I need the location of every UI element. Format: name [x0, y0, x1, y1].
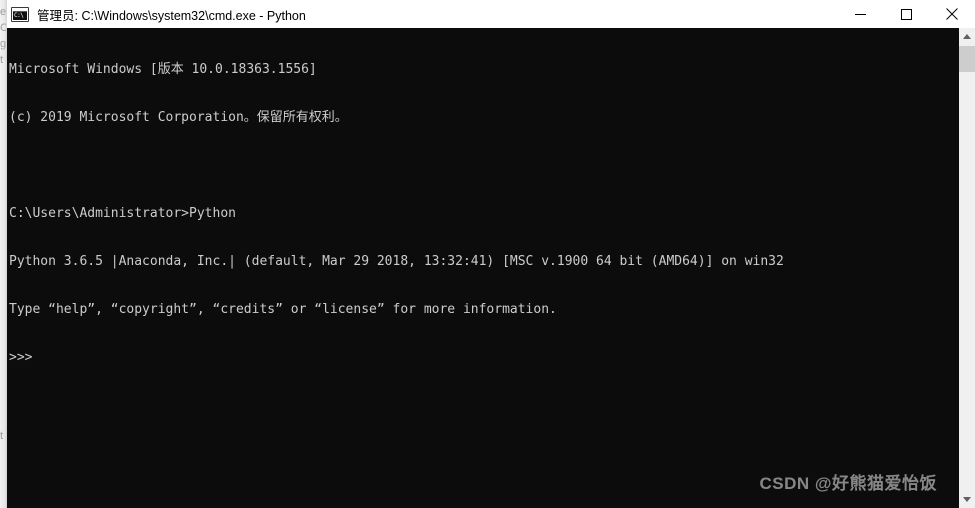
minimize-button[interactable] [837, 0, 883, 28]
scrollbar-track[interactable] [959, 45, 975, 491]
cmd-console-icon: C:\ [11, 6, 29, 22]
minimize-icon [854, 13, 866, 15]
vertical-scrollbar[interactable] [958, 28, 975, 508]
console-line: Type “help”, “copyright”, “credits” or “… [9, 302, 557, 317]
window-controls [837, 0, 975, 28]
console-line: (c) 2019 Microsoft Corporation。保留所有权利。 [9, 110, 348, 125]
python-prompt[interactable]: >>> [9, 350, 958, 366]
command-prompt-window: C:\ 管理员: C:\Windows\system32\cmd.exe - P… [7, 0, 975, 508]
maximize-icon [900, 8, 912, 20]
console-text[interactable]: Microsoft Windows [版本 10.0.18363.1556] (… [7, 28, 958, 508]
maximize-button[interactable] [883, 0, 929, 28]
cmd-icon-text: C:\ [13, 11, 27, 20]
console-line: Microsoft Windows [版本 10.0.18363.1556] [9, 62, 317, 77]
scroll-up-arrow-icon [963, 34, 971, 39]
console-output-area[interactable]: Microsoft Windows [版本 10.0.18363.1556] (… [7, 28, 975, 508]
title-bar-left: C:\ 管理员: C:\Windows\system32\cmd.exe - P… [7, 5, 837, 24]
scroll-up-arrow-button[interactable] [959, 28, 975, 45]
desktop-background: e C g t t C:\ 管理员: C:\Windows\system32\c… [0, 0, 975, 508]
title-bar[interactable]: C:\ 管理员: C:\Windows\system32\cmd.exe - P… [7, 0, 975, 28]
close-button[interactable] [929, 0, 975, 28]
console-line-prompt-command: C:\Users\Administrator>Python [9, 206, 236, 221]
scroll-down-arrow-icon [963, 497, 971, 502]
console-line: Python 3.6.5 |Anaconda, Inc.| (default, … [9, 254, 784, 269]
window-title: 管理员: C:\Windows\system32\cmd.exe - Pytho… [37, 8, 306, 23]
scroll-down-arrow-button[interactable] [959, 491, 975, 508]
close-icon [946, 8, 958, 20]
scrollbar-thumb[interactable] [959, 46, 975, 72]
